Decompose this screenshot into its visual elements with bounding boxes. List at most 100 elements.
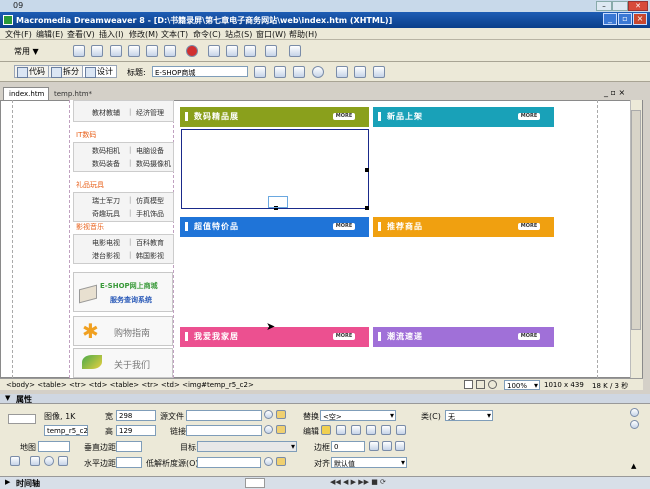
image-icon[interactable] <box>164 45 176 57</box>
taskbar-slider[interactable] <box>245 478 265 488</box>
resize-handle[interactable] <box>365 206 369 210</box>
browse-folder-icon[interactable] <box>276 425 286 434</box>
shopping-guide-banner[interactable]: ✱ 购物指南 <box>73 316 173 346</box>
menu-file[interactable]: 文件(F) <box>5 29 32 40</box>
menu-site[interactable]: 站点(S) <box>225 29 252 40</box>
menu-modify[interactable]: 修改(M) <box>129 29 158 40</box>
more-button[interactable]: MORE <box>333 223 355 230</box>
template-icon[interactable] <box>289 45 301 57</box>
more-button[interactable]: MORE <box>333 113 355 120</box>
media-icon[interactable] <box>186 45 198 57</box>
title-input[interactable]: E-SHOP商城 <box>152 66 248 77</box>
selected-image[interactable] <box>181 129 369 210</box>
browser-check-icon[interactable] <box>312 66 324 78</box>
playback-controls[interactable]: ◀◀ ◀ ▶ ▶▶ ■ ⟳ <box>330 478 386 486</box>
app-minimize-button[interactable]: _ <box>603 13 617 25</box>
sharpen-icon[interactable] <box>396 425 406 435</box>
zoom-tool-icon[interactable] <box>488 380 497 389</box>
category-link[interactable]: 数码相机 <box>92 146 120 156</box>
menu-edit[interactable]: 编辑(E) <box>36 29 63 40</box>
menu-window[interactable]: 窗口(W) <box>256 29 286 40</box>
category-link[interactable]: 奇趣玩具 <box>92 209 120 219</box>
category-link[interactable]: 电影电视 <box>92 238 120 248</box>
scrollbar-thumb[interactable] <box>631 110 641 330</box>
point-to-file-icon[interactable] <box>264 410 273 419</box>
server-include-icon[interactable] <box>226 45 238 57</box>
category-link[interactable]: 韩国影视 <box>136 251 164 261</box>
align-left-icon[interactable] <box>369 441 379 451</box>
category-link[interactable]: 瑞士军刀 <box>92 196 120 206</box>
preview-browser-icon[interactable] <box>274 66 286 78</box>
crop-icon[interactable] <box>351 425 361 435</box>
email-link-icon[interactable] <box>91 45 103 57</box>
section-header[interactable]: 数码精品展 MORE <box>180 107 369 127</box>
class-select[interactable]: 无 <box>445 410 493 421</box>
doc-window-controls[interactable]: _ ▫ × <box>604 88 625 97</box>
category-link[interactable]: 数码摄像机 <box>136 159 171 169</box>
maximize-button[interactable] <box>612 1 628 11</box>
category-link[interactable]: 仿真模型 <box>136 196 164 206</box>
align-select[interactable]: 默认值 <box>331 457 407 468</box>
window-size[interactable]: 1010 x 439 <box>544 381 584 389</box>
help-icon[interactable] <box>630 408 639 417</box>
quick-tag-editor-icon[interactable] <box>630 420 639 429</box>
section-header[interactable]: 超值特价品 MORE <box>180 217 369 237</box>
about-us-banner[interactable]: 关于我们 <box>73 348 173 378</box>
more-button[interactable]: MORE <box>518 223 540 230</box>
category-link[interactable]: 教材教辅 <box>92 108 120 118</box>
menu-insert[interactable]: 插入(I) <box>99 29 124 40</box>
named-anchor-icon[interactable] <box>110 45 122 57</box>
split-view-button[interactable]: 拆分 <box>48 65 83 78</box>
code-view-button[interactable]: 代码 <box>14 65 49 78</box>
width-field[interactable]: 298 <box>116 410 156 421</box>
date-icon[interactable] <box>208 45 220 57</box>
menu-view[interactable]: 查看(V) <box>67 29 95 40</box>
insert-category-select[interactable]: 常用 ▼ <box>14 46 39 57</box>
layer-icon[interactable] <box>146 45 158 57</box>
minimize-button[interactable]: – <box>596 1 612 11</box>
pointer-hotspot-icon[interactable] <box>10 456 20 466</box>
select-tool-icon[interactable] <box>464 380 473 389</box>
more-button[interactable]: MORE <box>518 333 540 340</box>
validate-icon[interactable] <box>293 66 305 78</box>
category-link[interactable]: 数码装备 <box>92 159 120 169</box>
menu-commands[interactable]: 命令(C) <box>193 29 221 40</box>
collapse-arrow-icon[interactable]: ▲ <box>631 462 636 470</box>
more-button[interactable]: MORE <box>518 113 540 120</box>
hyperlink-icon[interactable] <box>73 45 85 57</box>
rect-hotspot-icon[interactable] <box>30 456 40 466</box>
image-id-field[interactable]: temp_r5_c2 <box>44 425 88 436</box>
file-management-icon[interactable] <box>254 66 266 78</box>
category-link[interactable]: 百科教育 <box>136 238 164 248</box>
menu-help[interactable]: 帮助(H) <box>289 29 317 40</box>
close-button[interactable]: ✕ <box>628 1 648 11</box>
design-view-button[interactable]: 设计 <box>82 65 117 78</box>
tab-index[interactable]: index.htm <box>3 87 49 100</box>
view-options-icon[interactable] <box>354 66 366 78</box>
category-link[interactable]: 港台影视 <box>92 251 120 261</box>
point-to-file-icon[interactable] <box>264 425 273 434</box>
table-icon[interactable] <box>128 45 140 57</box>
align-right-icon[interactable] <box>395 441 405 451</box>
browse-folder-icon[interactable] <box>276 457 286 466</box>
polygon-hotspot-icon[interactable] <box>58 456 68 466</box>
src-field[interactable] <box>186 410 262 421</box>
app-restore-button[interactable]: ▫ <box>618 13 632 25</box>
section-header[interactable]: 推荐商品 MORE <box>373 217 554 237</box>
tag-chooser-icon[interactable] <box>265 45 277 57</box>
hspace-field[interactable] <box>116 457 142 468</box>
zoom-select[interactable]: 100% <box>504 380 540 390</box>
map-field[interactable] <box>38 441 70 452</box>
category-link[interactable]: 电脑设备 <box>136 146 164 156</box>
circle-hotspot-icon[interactable] <box>44 456 54 466</box>
vspace-field[interactable] <box>116 441 142 452</box>
align-center-icon[interactable] <box>382 441 392 451</box>
border-field[interactable]: 0 <box>331 441 365 452</box>
resample-icon[interactable] <box>366 425 376 435</box>
target-select[interactable] <box>197 441 297 452</box>
hand-tool-icon[interactable] <box>476 380 485 389</box>
edit-fireworks-icon[interactable] <box>321 425 331 435</box>
section-header[interactable]: 潮流速递 MORE <box>373 327 554 347</box>
properties-panel-header[interactable]: ▼ 属性 <box>0 394 650 404</box>
visual-aids-icon[interactable] <box>373 66 385 78</box>
